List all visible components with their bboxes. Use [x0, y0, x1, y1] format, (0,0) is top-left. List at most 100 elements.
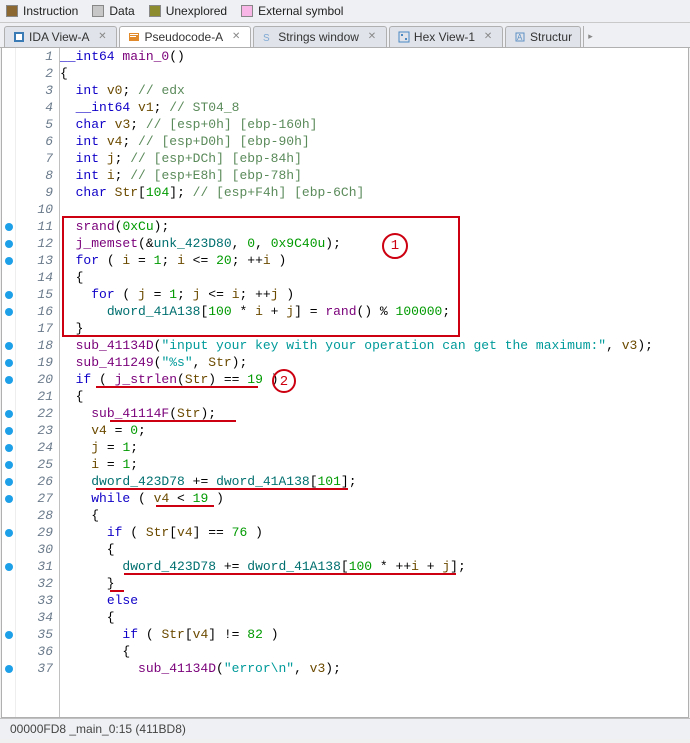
breakpoint-dot-icon[interactable]	[5, 359, 13, 367]
code-line[interactable]: }	[60, 575, 688, 592]
close-icon[interactable]: ✕	[96, 31, 108, 43]
code-line[interactable]: {	[60, 609, 688, 626]
tab-hex-view-1[interactable]: Hex View-1 ✕	[389, 26, 503, 47]
breakpoint-slot[interactable]	[2, 473, 15, 490]
code-line[interactable]: int v0; // edx	[60, 82, 688, 99]
tab-structures[interactable]: A Structur	[505, 26, 581, 47]
code-line[interactable]: i = 1;	[60, 456, 688, 473]
line-number[interactable]: 24	[16, 439, 53, 456]
breakpoint-slot[interactable]	[2, 337, 15, 354]
breakpoint-dot-icon[interactable]	[5, 461, 13, 469]
code-area[interactable]: __int64 main_0(){ int v0; // edx __int64…	[60, 48, 688, 717]
breakpoint-dot-icon[interactable]	[5, 376, 13, 384]
code-line[interactable]: int v4; // [esp+D0h] [ebp-90h]	[60, 133, 688, 150]
breakpoint-slot[interactable]	[2, 286, 15, 303]
line-number[interactable]: 4	[16, 99, 53, 116]
breakpoint-dot-icon[interactable]	[5, 529, 13, 537]
line-number[interactable]: 13	[16, 252, 53, 269]
line-number[interactable]: 30	[16, 541, 53, 558]
line-number[interactable]: 15	[16, 286, 53, 303]
breakpoint-slot[interactable]	[2, 82, 15, 99]
code-line[interactable]: __int64 v1; // ST04_8	[60, 99, 688, 116]
line-number[interactable]: 9	[16, 184, 53, 201]
breakpoint-slot[interactable]	[2, 524, 15, 541]
line-number[interactable]: 3	[16, 82, 53, 99]
breakpoint-slot[interactable]	[2, 575, 15, 592]
breakpoint-slot[interactable]	[2, 507, 15, 524]
breakpoint-dot-icon[interactable]	[5, 308, 13, 316]
breakpoint-slot[interactable]	[2, 184, 15, 201]
breakpoint-slot[interactable]	[2, 201, 15, 218]
breakpoint-slot[interactable]	[2, 235, 15, 252]
code-line[interactable]: {	[60, 388, 688, 405]
breakpoint-dot-icon[interactable]	[5, 291, 13, 299]
breakpoint-dot-icon[interactable]	[5, 478, 13, 486]
breakpoint-slot[interactable]	[2, 456, 15, 473]
breakpoint-slot[interactable]	[2, 116, 15, 133]
line-number[interactable]: 7	[16, 150, 53, 167]
breakpoint-slot[interactable]	[2, 609, 15, 626]
breakpoint-slot[interactable]	[2, 303, 15, 320]
line-number[interactable]: 36	[16, 643, 53, 660]
line-number[interactable]: 10	[16, 201, 53, 218]
breakpoint-slot[interactable]	[2, 218, 15, 235]
line-number[interactable]: 27	[16, 490, 53, 507]
code-line[interactable]: {	[60, 507, 688, 524]
breakpoint-slot[interactable]	[2, 643, 15, 660]
code-line[interactable]: int i; // [esp+E8h] [ebp-78h]	[60, 167, 688, 184]
tab-ida-view-a[interactable]: IDA View-A ✕	[4, 26, 117, 47]
line-number[interactable]: 18	[16, 337, 53, 354]
code-line[interactable]: char Str[104]; // [esp+F4h] [ebp-6Ch]	[60, 184, 688, 201]
breakpoint-dot-icon[interactable]	[5, 342, 13, 350]
code-line[interactable]: sub_41114F(Str);	[60, 405, 688, 422]
close-icon[interactable]: ✕	[482, 31, 494, 43]
code-line[interactable]: {	[60, 541, 688, 558]
pseudocode-editor[interactable]: 1234567891011121314151617181920212223242…	[1, 48, 689, 718]
code-line[interactable]: dword_41A138[100 * i + j] = rand() % 100…	[60, 303, 688, 320]
breakpoint-slot[interactable]	[2, 150, 15, 167]
breakpoint-slot[interactable]	[2, 320, 15, 337]
breakpoint-slot[interactable]	[2, 541, 15, 558]
line-number[interactable]: 23	[16, 422, 53, 439]
line-number[interactable]: 32	[16, 575, 53, 592]
breakpoint-dot-icon[interactable]	[5, 410, 13, 418]
breakpoint-slot[interactable]	[2, 133, 15, 150]
breakpoint-dot-icon[interactable]	[5, 563, 13, 571]
breakpoint-column[interactable]	[2, 48, 16, 717]
breakpoint-dot-icon[interactable]	[5, 427, 13, 435]
code-line[interactable]: {	[60, 269, 688, 286]
breakpoint-slot[interactable]	[2, 660, 15, 677]
tab-pseudocode-a[interactable]: Pseudocode-A ✕	[119, 26, 251, 47]
breakpoint-dot-icon[interactable]	[5, 257, 13, 265]
code-line[interactable]: char v3; // [esp+0h] [ebp-160h]	[60, 116, 688, 133]
breakpoint-dot-icon[interactable]	[5, 631, 13, 639]
breakpoint-slot[interactable]	[2, 388, 15, 405]
breakpoint-slot[interactable]	[2, 626, 15, 643]
line-number[interactable]: 14	[16, 269, 53, 286]
line-number[interactable]: 34	[16, 609, 53, 626]
close-icon[interactable]: ✕	[230, 31, 242, 43]
code-line[interactable]: for ( i = 1; i <= 20; ++i )	[60, 252, 688, 269]
breakpoint-slot[interactable]	[2, 371, 15, 388]
close-icon[interactable]: ✕	[366, 31, 378, 43]
line-number[interactable]: 26	[16, 473, 53, 490]
tab-scroll-right[interactable]: ▸	[583, 26, 597, 47]
line-number[interactable]: 1	[16, 48, 53, 65]
line-number[interactable]: 12	[16, 235, 53, 252]
line-number[interactable]: 25	[16, 456, 53, 473]
breakpoint-slot[interactable]	[2, 48, 15, 65]
breakpoint-slot[interactable]	[2, 167, 15, 184]
line-number[interactable]: 20	[16, 371, 53, 388]
breakpoint-slot[interactable]	[2, 354, 15, 371]
code-line[interactable]: j = 1;	[60, 439, 688, 456]
code-line[interactable]: while ( v4 < 19 )	[60, 490, 688, 507]
line-number[interactable]: 6	[16, 133, 53, 150]
line-number[interactable]: 37	[16, 660, 53, 677]
line-number[interactable]: 8	[16, 167, 53, 184]
code-line[interactable]: srand(0xCu);	[60, 218, 688, 235]
code-line[interactable]: for ( j = 1; j <= i; ++j )	[60, 286, 688, 303]
code-line[interactable]	[60, 201, 688, 218]
code-line[interactable]: dword_423D78 += dword_41A138[101];	[60, 473, 688, 490]
line-number[interactable]: 16	[16, 303, 53, 320]
code-line[interactable]: j_memset(&unk_423D80, 0, 0x9C40u);	[60, 235, 688, 252]
